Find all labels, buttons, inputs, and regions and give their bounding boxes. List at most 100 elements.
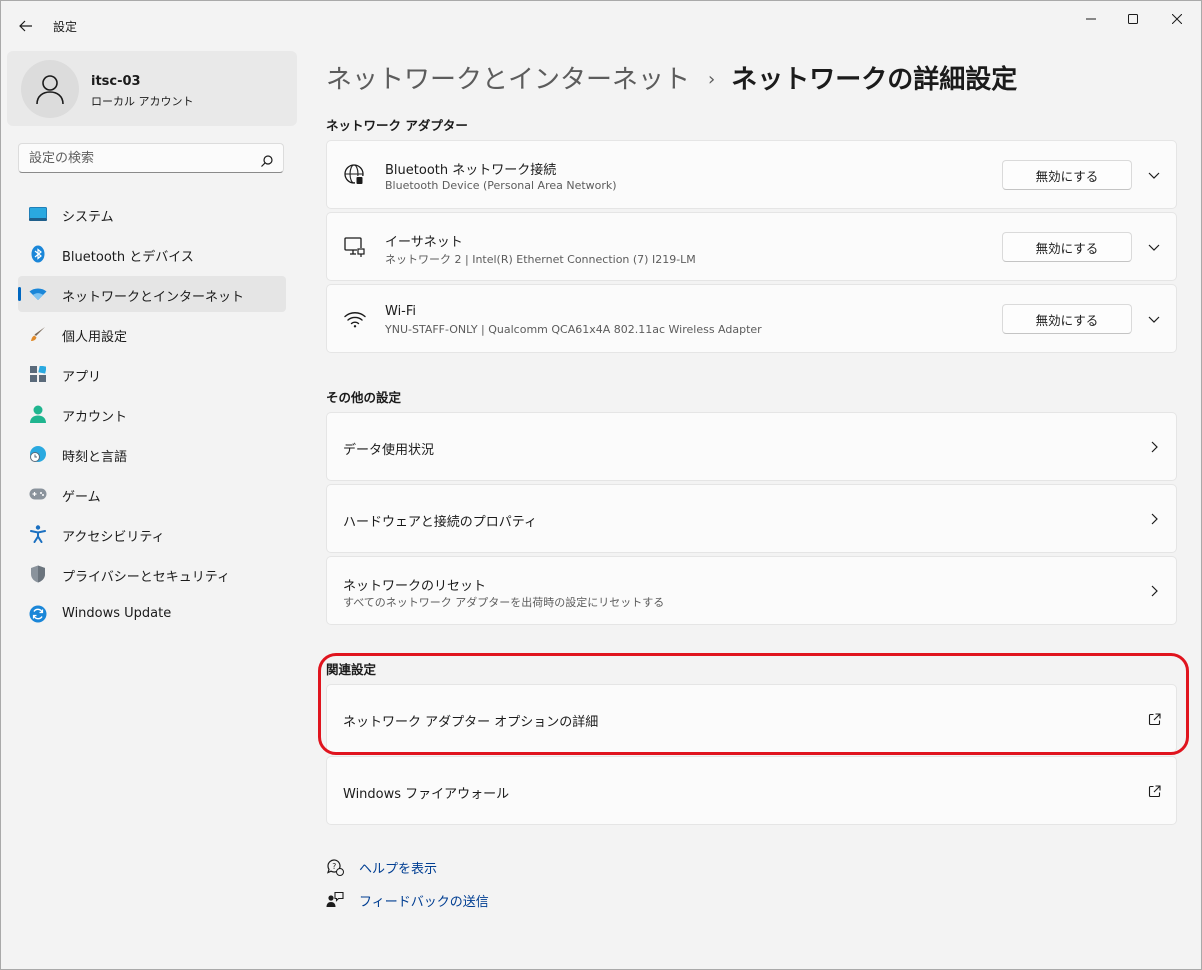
time-language-icon xyxy=(29,445,47,463)
sidebar-item-gaming[interactable]: ゲーム xyxy=(18,476,286,512)
sidebar-item-label: ゲーム xyxy=(62,490,101,505)
minimize-icon xyxy=(1086,18,1096,20)
sidebar-item-time-language[interactable]: 時刻と言語 xyxy=(18,436,286,472)
sidebar-item-personalization[interactable]: 個人用設定 xyxy=(18,316,286,352)
apps-icon xyxy=(29,365,47,383)
chevron-down-icon[interactable] xyxy=(1146,311,1162,327)
setting-title: データ使用状況 xyxy=(343,443,435,458)
sidebar-item-network[interactable]: ネットワークとインターネット xyxy=(18,276,286,312)
bluetooth-network-icon xyxy=(343,163,367,187)
setting-title: ネットワークのリセット xyxy=(343,579,487,594)
update-icon xyxy=(29,605,47,623)
arrow-left-icon xyxy=(19,20,32,32)
section-title-other-settings: その他の設定 xyxy=(326,390,402,405)
sidebar-item-label: システム xyxy=(62,210,114,225)
page-title: ネットワークの詳細設定 xyxy=(731,65,1018,95)
feedback-link-row[interactable]: フィードバックの送信 xyxy=(326,889,489,911)
accessibility-icon xyxy=(29,525,47,543)
external-link-icon xyxy=(1146,783,1162,799)
gamepad-icon xyxy=(29,485,47,503)
help-icon: ? xyxy=(326,858,344,876)
disable-button[interactable]: 無効にする xyxy=(1002,160,1132,190)
feedback-icon xyxy=(326,891,344,909)
wifi-icon xyxy=(343,307,367,331)
system-icon xyxy=(29,205,47,223)
wifi-icon xyxy=(29,285,47,303)
adapter-name: イーサネット xyxy=(385,235,463,250)
breadcrumb-separator: › xyxy=(708,69,716,90)
bluetooth-icon xyxy=(29,245,47,263)
ethernet-icon xyxy=(343,235,367,259)
sidebar-item-label: プライバシーとセキュリティ xyxy=(62,570,230,585)
sidebar-item-bluetooth[interactable]: Bluetooth とデバイス xyxy=(18,236,286,272)
settings-window: 設定 itsc-03 ローカル アカウント システム xyxy=(0,0,1202,970)
sidebar-item-windows-update[interactable]: Windows Update xyxy=(18,596,286,632)
chevron-down-icon[interactable] xyxy=(1146,167,1162,183)
person-icon xyxy=(36,75,64,105)
external-link-icon xyxy=(1146,711,1162,727)
avatar xyxy=(21,60,79,118)
adapter-description: Bluetooth Device (Personal Area Network) xyxy=(385,179,617,192)
network-adapter-options-row[interactable]: ネットワーク アダプター オプションの詳細 xyxy=(326,684,1177,753)
hardware-properties-row[interactable]: ハードウェアと接続のプロパティ xyxy=(326,484,1177,553)
shield-icon xyxy=(29,565,47,583)
sidebar-nav: システム Bluetooth とデバイス ネットワークとインターネット 個人用設… xyxy=(18,196,286,636)
chevron-right-icon xyxy=(1146,511,1162,527)
setting-subtitle: すべてのネットワーク アダプターを出荷時の設定にリセットする xyxy=(343,596,665,609)
windows-firewall-row[interactable]: Windows ファイアウォール xyxy=(326,756,1177,825)
close-button[interactable] xyxy=(1157,5,1197,33)
sidebar-item-label: アプリ xyxy=(62,370,102,385)
help-link[interactable]: ヘルプを表示 xyxy=(359,858,437,877)
search-icon[interactable] xyxy=(261,152,273,171)
sidebar-item-accessibility[interactable]: アクセシビリティ xyxy=(18,516,286,552)
sidebar-item-label: Bluetooth とデバイス xyxy=(62,250,194,265)
disable-button[interactable]: 無効にする xyxy=(1002,232,1132,262)
close-icon xyxy=(1172,14,1182,24)
title-bar: 設定 xyxy=(1,1,1201,49)
section-title-related-settings: 関連設定 xyxy=(326,662,377,677)
brush-icon xyxy=(29,325,47,343)
help-link-row[interactable]: ? ヘルプを表示 xyxy=(326,856,437,878)
breadcrumb: ネットワークとインターネット › ネットワークの詳細設定 xyxy=(326,59,1017,96)
profile-name: itsc-03 xyxy=(91,74,141,89)
sidebar-item-label: Windows Update xyxy=(62,606,172,621)
back-button[interactable] xyxy=(15,15,37,37)
sidebar-item-label: アクセシビリティ xyxy=(62,530,165,545)
sidebar-item-apps[interactable]: アプリ xyxy=(18,356,286,392)
adapter-card-bluetooth[interactable]: Bluetooth ネットワーク接続 Bluetooth Device (Per… xyxy=(326,140,1177,209)
sidebar-item-label: ネットワークとインターネット xyxy=(62,290,245,305)
section-title-network-adapters: ネットワーク アダプター xyxy=(326,118,468,133)
setting-title: ハードウェアと接続のプロパティ xyxy=(343,515,537,530)
account-icon xyxy=(29,405,47,423)
data-usage-row[interactable]: データ使用状況 xyxy=(326,412,1177,481)
sidebar-item-label: 時刻と言語 xyxy=(62,450,128,465)
chevron-right-icon xyxy=(1146,583,1162,599)
sidebar-item-label: 個人用設定 xyxy=(62,330,128,345)
user-profile[interactable]: itsc-03 ローカル アカウント xyxy=(7,51,297,126)
network-reset-row[interactable]: ネットワークのリセット すべてのネットワーク アダプターを出荷時の設定にリセット… xyxy=(326,556,1177,625)
setting-title: ネットワーク アダプター オプションの詳細 xyxy=(343,715,599,730)
profile-account-type: ローカル アカウント xyxy=(91,95,194,108)
window-title: 設定 xyxy=(53,20,78,34)
svg-text:?: ? xyxy=(332,862,336,871)
maximize-icon xyxy=(1128,14,1138,24)
maximize-button[interactable] xyxy=(1113,5,1153,33)
search-input[interactable] xyxy=(29,149,249,167)
feedback-link[interactable]: フィードバックの送信 xyxy=(359,891,489,910)
minimize-button[interactable] xyxy=(1071,5,1111,33)
sidebar-item-system[interactable]: システム xyxy=(18,196,286,232)
adapter-card-ethernet[interactable]: イーサネット ネットワーク 2 | Intel(R) Ethernet Conn… xyxy=(326,212,1177,281)
sidebar-item-label: アカウント xyxy=(62,410,128,425)
adapter-card-wifi[interactable]: Wi-Fi YNU-STAFF-ONLY | Qualcomm QCA61x4A… xyxy=(326,284,1177,353)
chevron-down-icon[interactable] xyxy=(1146,239,1162,255)
adapter-description: YNU-STAFF-ONLY | Qualcomm QCA61x4A 802.1… xyxy=(385,323,762,336)
search-box xyxy=(18,143,284,173)
disable-button[interactable]: 無効にする xyxy=(1002,304,1132,334)
chevron-right-icon xyxy=(1146,439,1162,455)
sidebar-item-accounts[interactable]: アカウント xyxy=(18,396,286,432)
setting-title: Windows ファイアウォール xyxy=(343,787,510,802)
sidebar-item-privacy[interactable]: プライバシーとセキュリティ xyxy=(18,556,286,592)
adapter-name: Bluetooth ネットワーク接続 xyxy=(385,163,557,178)
breadcrumb-parent[interactable]: ネットワークとインターネット xyxy=(326,65,690,95)
adapter-description: ネットワーク 2 | Intel(R) Ethernet Connection … xyxy=(385,253,696,266)
